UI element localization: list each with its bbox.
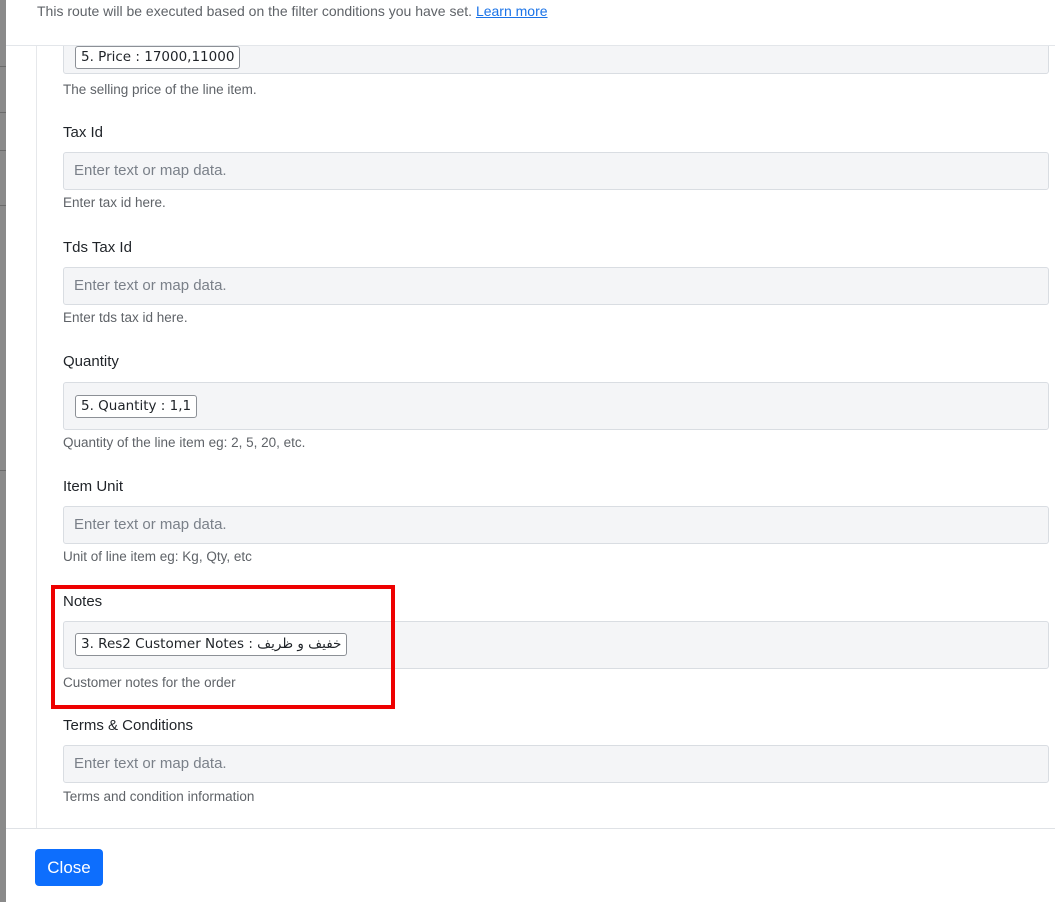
quantity-label: Quantity [63,353,119,370]
modal-header: This route will be executed based on the… [6,0,1055,46]
quantity-input[interactable]: 5. Quantity : 1,1 [63,382,1049,430]
quantity-help: Quantity of the line item eg: 2, 5, 20, … [63,435,306,450]
item-unit-help: Unit of line item eg: Kg, Qty, etc [63,549,252,564]
price-mapped-pill[interactable]: 5. Price : 17000,11000 [75,46,241,69]
item-unit-placeholder: Enter text or map data. [74,516,227,533]
tax-id-label: Tax Id [63,124,104,141]
terms-help: Terms and condition information [63,789,255,804]
scrollbar[interactable] [1049,46,1055,828]
terms-placeholder: Enter text or map data. [74,755,227,772]
quantity-mapped-pill[interactable]: 5. Quantity : 1,1 [75,395,198,418]
price-input[interactable]: 5. Price : 17000,11000 [63,46,1049,74]
close-button[interactable]: Close [35,849,103,886]
item-unit-label: Item Unit [63,478,124,495]
notes-highlight-annotation [51,585,395,709]
tds-tax-id-input[interactable]: Enter text or map data. [63,267,1049,305]
tds-tax-id-help: Enter tds tax id here. [63,310,188,325]
learn-more-link[interactable]: Learn more [476,3,548,19]
filter-note-text: This route will be executed based on the… [37,3,473,19]
tax-id-placeholder: Enter text or map data. [74,162,227,179]
price-help: The selling price of the line item. [63,82,257,97]
modal-body[interactable]: 5. Price : 17000,11000 The selling price… [6,46,1055,828]
tds-tax-id-label: Tds Tax Id [63,239,132,256]
item-unit-input[interactable]: Enter text or map data. [63,506,1049,544]
route-settings-modal: This route will be executed based on the… [6,0,1055,903]
filter-note: This route will be executed based on the… [37,3,548,19]
tds-tax-id-placeholder: Enter text or map data. [74,277,227,294]
tax-id-help: Enter tax id here. [63,195,166,210]
modal-footer: Close [6,828,1055,903]
tax-id-input[interactable]: Enter text or map data. [63,152,1049,190]
nesting-rail [36,46,37,828]
terms-label: Terms & Conditions [63,717,194,734]
terms-input[interactable]: Enter text or map data. [63,745,1049,783]
